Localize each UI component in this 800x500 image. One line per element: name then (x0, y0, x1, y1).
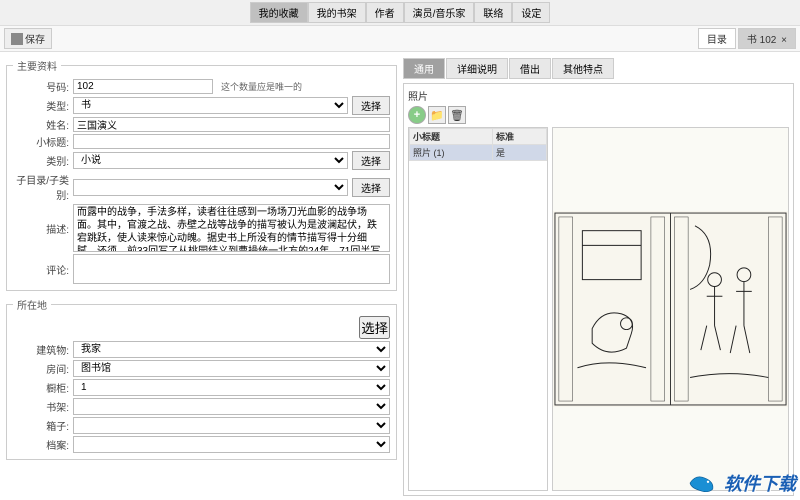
rating-label: 评论: (13, 262, 69, 277)
folder-icon[interactable]: 📁 (428, 106, 446, 124)
tab-book[interactable]: 书 102 × (738, 28, 796, 49)
table-row[interactable]: 照片 (1)是 (410, 145, 547, 161)
type-label: 类型: (13, 98, 69, 113)
tab-catalog[interactable]: 目录 (698, 28, 736, 49)
main-info-legend: 主要资料 (13, 58, 61, 73)
subcat-label: 子目录/子类别: (13, 172, 69, 202)
photo-title: 照片 (408, 88, 789, 103)
dragon-logo-icon (684, 471, 720, 495)
number-label: 号码: (13, 79, 69, 94)
category-select-button[interactable]: 选择 (352, 151, 390, 170)
tab-detail[interactable]: 详细说明 (446, 58, 508, 79)
file-select[interactable] (73, 436, 390, 453)
shelf-label: 书架: (13, 399, 69, 414)
location-select-button[interactable]: 选择 (359, 316, 390, 339)
building-select[interactable]: 我家 (73, 341, 390, 358)
name-label: 姓名: (13, 117, 69, 132)
file-label: 档案: (13, 437, 69, 452)
book-illustration (553, 128, 788, 490)
tab-bar: 保存 目录 书 102 × (0, 26, 800, 52)
tab-general[interactable]: 通用 (403, 58, 445, 79)
box-select[interactable] (73, 417, 390, 434)
subtitle-input[interactable] (73, 134, 390, 149)
category-label: 类别: (13, 153, 69, 168)
photo-section: 照片 + 📁 🗑 小标题标准 照片 (1)是 (403, 83, 794, 496)
building-label: 建筑物: (13, 342, 69, 357)
rating-textarea[interactable] (73, 254, 390, 284)
location-legend: 所在地 (13, 297, 51, 312)
watermark: 软件下载 (684, 470, 796, 496)
nav-shelf[interactable]: 我的书架 (308, 2, 366, 23)
top-nav: 我的收藏 我的书架 作者 演员/音乐家 联络 设定 (0, 0, 800, 26)
room-select[interactable]: 图书馆 (73, 360, 390, 377)
number-hint: 这个数量应是唯一的 (221, 80, 302, 93)
close-icon[interactable]: × (781, 35, 787, 46)
nav-artist[interactable]: 演员/音乐家 (404, 2, 475, 23)
nav-contact[interactable]: 联络 (474, 2, 512, 23)
photo-preview (552, 127, 789, 491)
watermark-text: 软件下载 (724, 470, 796, 496)
detail-tabs: 通用 详细说明 借出 其他特点 (403, 58, 794, 79)
save-icon (11, 33, 23, 45)
nav-settings[interactable]: 设定 (512, 2, 550, 23)
name-input[interactable] (73, 117, 390, 132)
save-label: 保存 (25, 31, 45, 46)
category-select[interactable]: 小说 (73, 152, 348, 169)
main-info-fieldset: 主要资料 号码: 这个数量应是唯一的 类型: 书 选择 姓名: 小标题: (6, 58, 397, 291)
photo-col-standard: 标准 (493, 129, 547, 145)
subcat-select[interactable] (73, 179, 348, 196)
room-label: 房间: (13, 361, 69, 376)
shelf-select[interactable] (73, 398, 390, 415)
cabinet-label: 橱柜: (13, 380, 69, 395)
tab-lend[interactable]: 借出 (509, 58, 551, 79)
photo-table[interactable]: 小标题标准 照片 (1)是 (408, 127, 548, 491)
nav-author[interactable]: 作者 (366, 2, 404, 23)
number-input[interactable] (73, 79, 213, 94)
tab-other[interactable]: 其他特点 (552, 58, 614, 79)
photo-col-subtitle: 小标题 (410, 129, 493, 145)
box-label: 箱子: (13, 418, 69, 433)
location-fieldset: 所在地 选择 建筑物: 我家 房间: 图书馆 橱柜: 1 书架: 箱子: 档案: (6, 297, 397, 460)
add-photo-button[interactable]: + (408, 106, 426, 124)
subcat-select-button[interactable]: 选择 (352, 178, 390, 197)
type-select-button[interactable]: 选择 (352, 96, 390, 115)
type-select[interactable]: 书 (73, 97, 348, 114)
delete-photo-button[interactable]: 🗑 (448, 106, 466, 124)
subtitle-label: 小标题: (13, 134, 69, 149)
save-button[interactable]: 保存 (4, 28, 52, 49)
cabinet-select[interactable]: 1 (73, 379, 390, 396)
desc-label: 描述: (13, 221, 69, 236)
desc-textarea[interactable]: 而露中的战争，手法多样，读者往往感到一场场刀光血影的战争场面。其中，官渡之战、赤… (73, 204, 390, 252)
nav-collection[interactable]: 我的收藏 (250, 2, 308, 23)
